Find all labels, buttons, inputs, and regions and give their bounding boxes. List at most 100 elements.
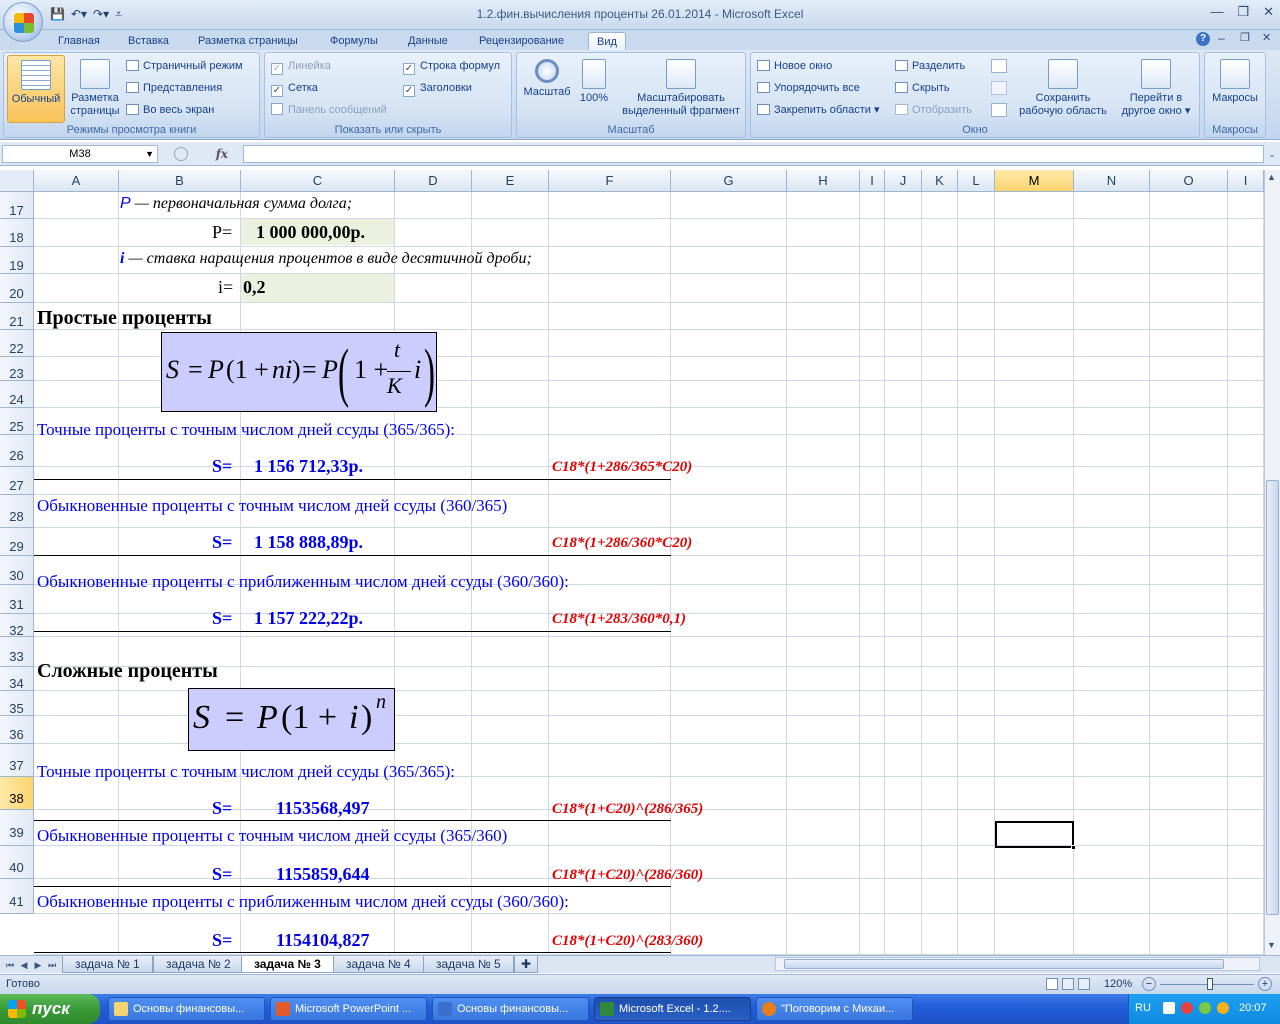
column-header-j[interactable]: J — [885, 170, 922, 192]
sheet-tab-5[interactable]: задача № 5 — [423, 956, 514, 973]
next-sheet-icon[interactable]: ▶ — [32, 958, 44, 972]
workbook-close-icon[interactable]: ✕ — [1262, 31, 1271, 44]
sync-scroll-icon[interactable] — [991, 81, 1007, 95]
zoom-out-button[interactable]: − — [1142, 977, 1156, 991]
name-box[interactable]: M38 ▼ — [2, 145, 158, 163]
column-header-a[interactable]: A — [34, 170, 119, 192]
help-icon[interactable]: ? — [1196, 32, 1210, 46]
row-header-23[interactable]: 23 — [0, 357, 34, 381]
normal-view-status-icon[interactable] — [1046, 978, 1058, 990]
taskbar-item-3[interactable]: Основы финансовы... — [432, 997, 589, 1021]
sheet-tab-2[interactable]: задача № 2 — [153, 956, 244, 973]
zoom-100-button[interactable]: 100% — [575, 59, 613, 123]
horizontal-scroll-thumb[interactable] — [784, 959, 1224, 969]
page-layout-button[interactable]: Разметка страницы — [66, 59, 124, 123]
row-header-18[interactable]: 18 — [0, 219, 34, 247]
workbook-min-icon[interactable]: – — [1218, 31, 1225, 45]
page-break-button[interactable]: Страничный режим — [126, 58, 243, 74]
row-header-27[interactable]: 27 — [0, 467, 34, 495]
zoom-button[interactable]: Масштаб — [521, 59, 573, 123]
insert-function-button[interactable]: fx — [216, 147, 228, 161]
row-header-21[interactable]: 21 — [0, 303, 34, 330]
vertical-scroll-thumb[interactable] — [1266, 480, 1279, 915]
sheet-tab-4[interactable]: задача № 4 — [333, 956, 424, 973]
row-header-35[interactable]: 35 — [0, 691, 34, 716]
message-bar-checkbox[interactable]: Панель сообщений — [271, 102, 387, 118]
vertical-scrollbar[interactable]: ▲ ▼ — [1264, 170, 1280, 955]
tab-home[interactable]: Главная — [50, 32, 108, 50]
last-sheet-icon[interactable]: ⏭ — [46, 958, 58, 972]
row-header-22[interactable]: 22 — [0, 330, 34, 357]
zoom-selection-button[interactable]: Масштабировать выделенный фрагмент — [617, 59, 745, 123]
row-header-26[interactable]: 26 — [0, 435, 34, 467]
close-button[interactable]: ✕ — [1263, 4, 1274, 20]
row-header-19[interactable]: 19 — [0, 247, 34, 274]
headings-checkbox[interactable]: ✓ Заголовки — [403, 80, 472, 97]
tab-view[interactable]: Вид — [588, 32, 626, 50]
page-layout-status-icon[interactable] — [1062, 978, 1074, 990]
row-header-39[interactable]: 39 — [0, 810, 34, 846]
horizontal-scrollbar[interactable] — [775, 957, 1260, 971]
function-wizard-circle-icon[interactable] — [173, 147, 188, 161]
column-header-g[interactable]: G — [671, 170, 787, 192]
gridlines-checkbox[interactable]: ✓ Сетка — [271, 80, 318, 97]
office-button[interactable] — [3, 2, 43, 42]
new-window-button[interactable]: Новое окно — [757, 58, 832, 74]
minimize-button[interactable]: — — [1210, 4, 1223, 20]
column-header-e[interactable]: E — [472, 170, 549, 192]
scroll-down-icon[interactable]: ▼ — [1267, 940, 1276, 950]
tray-app-icon[interactable] — [1217, 1002, 1229, 1014]
maximize-button[interactable]: ❐ — [1237, 4, 1249, 20]
tab-review[interactable]: Рецензирование — [471, 32, 572, 50]
prev-sheet-icon[interactable]: ◀ — [18, 958, 30, 972]
tab-data[interactable]: Данные — [400, 32, 456, 50]
column-header-b[interactable]: B — [119, 170, 241, 192]
tab-page-layout[interactable]: Разметка страницы — [190, 32, 306, 50]
tab-formulas[interactable]: Формулы — [322, 32, 386, 50]
column-header-i[interactable]: I — [860, 170, 885, 192]
macros-button[interactable]: Макросы — [1207, 59, 1263, 123]
row-header-24[interactable]: 24 — [0, 381, 34, 408]
taskbar-item-5[interactable]: "Поговорим с Михаи... — [756, 997, 913, 1021]
insert-sheet-button[interactable]: ✚ — [514, 956, 539, 973]
column-header-n[interactable]: N — [1074, 170, 1150, 192]
row-header-20[interactable]: 20 — [0, 274, 34, 303]
unhide-button[interactable]: Отобразить — [895, 102, 972, 118]
zoom-level[interactable]: 120% — [1104, 978, 1132, 990]
row-header-30[interactable]: 30 — [0, 556, 34, 585]
row-header-25[interactable]: 25 — [0, 408, 34, 435]
normal-view-button[interactable]: Обычный — [7, 55, 65, 123]
dropdown-arrow-icon[interactable]: ▼ — [145, 146, 154, 162]
column-header-h[interactable]: H — [787, 170, 860, 192]
first-sheet-icon[interactable]: ⏮ — [4, 958, 16, 972]
formula-bar-checkbox[interactable]: ✓ Строка формул — [403, 58, 500, 75]
column-header-k[interactable]: K — [922, 170, 958, 192]
taskbar-item-2[interactable]: Microsoft PowerPoint ... — [270, 997, 427, 1021]
tab-insert[interactable]: Вставка — [120, 32, 177, 50]
start-button[interactable]: пуск — [0, 994, 100, 1024]
row-header-31[interactable]: 31 — [0, 585, 34, 614]
column-header-f[interactable]: F — [549, 170, 671, 192]
column-header-m[interactable]: M — [995, 170, 1074, 192]
selected-cell-M38[interactable] — [995, 821, 1076, 850]
page-break-status-icon[interactable] — [1078, 978, 1090, 990]
row-header-40[interactable]: 40 — [0, 846, 34, 879]
tray-network-icon[interactable] — [1163, 1002, 1175, 1014]
scroll-up-icon[interactable]: ▲ — [1267, 172, 1276, 182]
taskbar-item-1[interactable]: Основы финансовы... — [108, 997, 265, 1021]
ruler-checkbox[interactable]: ✓ Линейка — [271, 58, 331, 75]
sheet-tab-3[interactable]: задача № 3 — [241, 956, 334, 973]
column-header-i[interactable]: I — [1228, 170, 1264, 192]
hide-button[interactable]: Скрыть — [895, 80, 950, 96]
taskbar-item-4[interactable]: Microsoft Excel - 1.2.... — [594, 997, 751, 1021]
row-header-41[interactable]: 41 — [0, 879, 34, 914]
row-header-28[interactable]: 28 — [0, 495, 34, 528]
switch-windows-button[interactable]: Перейти в другое окно ▾ — [1115, 59, 1197, 123]
arrange-all-button[interactable]: Упорядочить все — [757, 80, 860, 96]
column-header-c[interactable]: C — [241, 170, 395, 192]
row-header-17[interactable]: 17 — [0, 192, 34, 219]
row-header-33[interactable]: 33 — [0, 637, 34, 667]
full-screen-button[interactable]: Во весь экран — [126, 102, 214, 118]
fill-handle[interactable] — [1071, 845, 1076, 850]
language-indicator[interactable]: RU — [1135, 1002, 1151, 1014]
